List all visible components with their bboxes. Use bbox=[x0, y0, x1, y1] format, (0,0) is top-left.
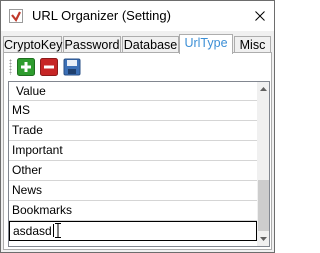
grid-row[interactable]: Trade bbox=[9, 121, 257, 141]
grid-row[interactable]: Other bbox=[9, 161, 257, 181]
grid-row[interactable]: News bbox=[9, 181, 257, 201]
tab-strip: CryptoKey Password Database UrlType Misc bbox=[3, 34, 273, 54]
window-title: URL Organizer (Setting) bbox=[32, 8, 171, 23]
scroll-up-icon bbox=[260, 87, 267, 91]
grid-edit-row[interactable]: asdasd bbox=[9, 221, 257, 241]
delete-icon[interactable] bbox=[40, 58, 58, 76]
urltype-panel: Value MS Trade Important Other News Book… bbox=[3, 52, 272, 250]
column-header-label: Value bbox=[16, 84, 46, 98]
app-icon bbox=[9, 9, 23, 23]
edit-row-input[interactable]: asdasd bbox=[13, 224, 52, 238]
toolbar-grip[interactable] bbox=[9, 59, 12, 75]
tab-database[interactable]: Database bbox=[122, 36, 179, 53]
tab-cryptokey[interactable]: CryptoKey bbox=[3, 36, 62, 53]
title-bar: URL Organizer (Setting) bbox=[1, 1, 274, 31]
grid-rows: MS Trade Important Other News Bookmarks … bbox=[9, 101, 257, 241]
column-header-value[interactable]: Value bbox=[9, 82, 257, 101]
ibeam-cursor-icon bbox=[54, 223, 61, 238]
tab-password[interactable]: Password bbox=[63, 36, 121, 53]
save-icon[interactable] bbox=[63, 58, 81, 76]
settings-window: URL Organizer (Setting) CryptoKey Passwo… bbox=[0, 0, 275, 253]
scroll-up-button[interactable] bbox=[257, 82, 269, 96]
toolbar bbox=[8, 56, 268, 78]
close-icon bbox=[255, 11, 265, 21]
scroll-down-button[interactable] bbox=[257, 232, 269, 246]
value-grid[interactable]: Value MS Trade Important Other News Book… bbox=[8, 81, 270, 247]
close-button[interactable] bbox=[246, 1, 274, 31]
scroll-thumb[interactable] bbox=[258, 180, 269, 231]
grid-row[interactable]: Bookmarks bbox=[9, 201, 257, 221]
grid-row[interactable]: MS bbox=[9, 101, 257, 121]
text-caret bbox=[52, 224, 54, 237]
tab-misc[interactable]: Misc bbox=[234, 36, 271, 53]
vertical-scrollbar[interactable] bbox=[257, 82, 269, 246]
tab-urltype[interactable]: UrlType bbox=[179, 34, 233, 54]
grid-row[interactable]: Important bbox=[9, 141, 257, 161]
scroll-down-icon bbox=[260, 237, 267, 241]
add-icon[interactable] bbox=[17, 58, 35, 76]
